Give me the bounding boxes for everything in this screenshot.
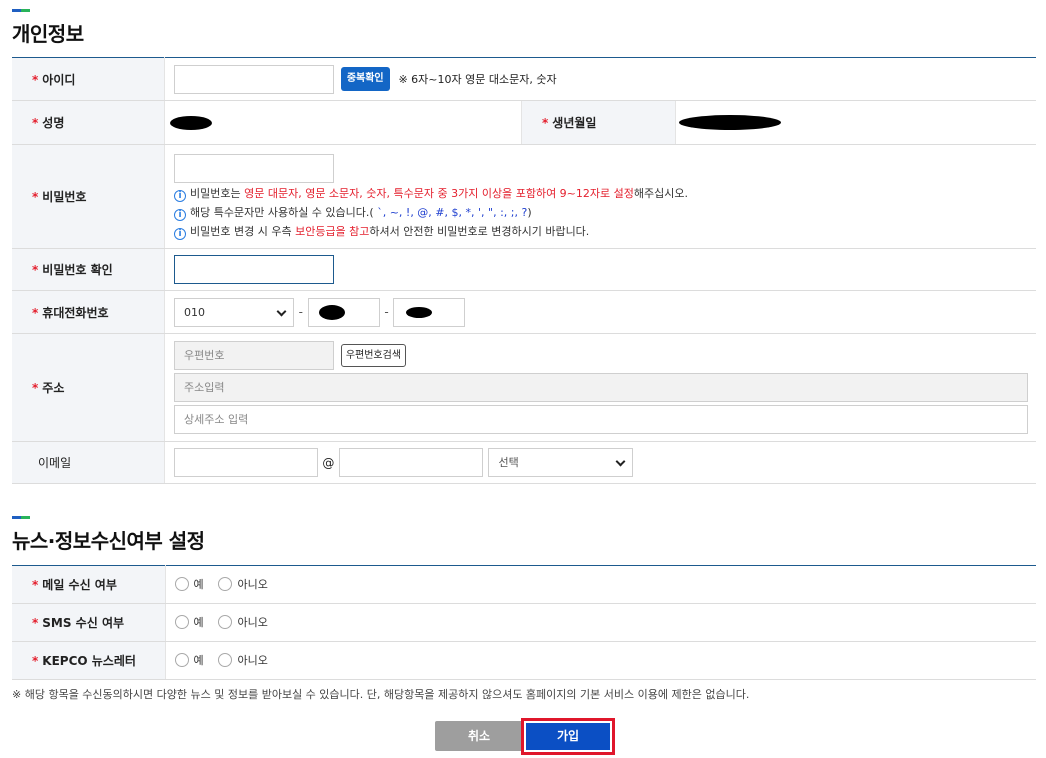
password-hint-3: i 비밀번호 변경 시 우측 보안등급을 참고하셔서 안전한 비밀번호로 변경하시… (174, 224, 1036, 240)
chevron-down-icon (616, 456, 626, 467)
personal-info-form: * 아이디 중복확인 ※ 6자~10자 영문 대소문자, 숫자 * 성명 * 생년월일… (12, 57, 1036, 484)
label-password: * 비밀번호 (12, 144, 165, 249)
id-input[interactable] (174, 64, 334, 94)
label-password-confirm: * 비밀번호 확인 (12, 248, 165, 291)
row-newsletter-consent: * KEPCO 뉴스레터 예 아니오 (12, 641, 1036, 680)
mobile-middle-redacted (318, 304, 345, 320)
row-mobile: * 휴대전화번호 010 - - (12, 290, 1036, 334)
form-actions: 취소 가입 (0, 718, 1046, 755)
name-redacted (170, 115, 212, 130)
password-input[interactable] (174, 153, 334, 183)
email-local-input[interactable] (174, 448, 318, 477)
label-address: * 주소 (12, 333, 165, 442)
zipcode-input[interactable]: 우편번호 (174, 341, 334, 370)
newsletter-consent-no-radio[interactable]: 아니오 (218, 652, 268, 668)
email-at: @ (322, 455, 335, 470)
row-name-birth: * 성명 * 생년월일 (12, 100, 1036, 145)
id-rule-note: ※ 6자~10자 영문 대소문자, 숫자 (398, 73, 557, 86)
personal-section-title: 개인정보 (12, 22, 84, 46)
address-input[interactable]: 주소입력 (174, 373, 1028, 402)
birth-redacted (679, 115, 781, 130)
label-id: * 아이디 (12, 57, 165, 101)
mobile-last-redacted (406, 306, 433, 318)
email-domain-input[interactable] (338, 448, 483, 477)
zipcode-search-button[interactable]: 우편번호검색 (340, 344, 407, 367)
mail-consent-no-radio[interactable]: 아니오 (218, 576, 268, 592)
label-sms-consent: * SMS 수신 여부 (12, 603, 166, 642)
info-icon: i (174, 227, 186, 240)
news-consent-form: * 메일 수신 여부 예 아니오 * SMS 수신 여부 예 아니오 * KEPCO … (12, 565, 1036, 680)
id-duplicate-check-button[interactable]: 중복확인 (340, 67, 390, 91)
news-section-header: 뉴스·정보수신여부 설정 (12, 516, 205, 554)
label-name: * 성명 (12, 100, 165, 145)
email-domain-select[interactable]: 선택 (488, 448, 634, 477)
row-id: * 아이디 중복확인 ※ 6자~10자 영문 대소문자, 숫자 (12, 57, 1036, 101)
section-accent-bar (12, 9, 30, 12)
news-section-title: 뉴스·정보수신여부 설정 (12, 529, 205, 553)
address-detail-input[interactable]: 상세주소 입력 (174, 405, 1028, 434)
label-mobile: * 휴대전화번호 (12, 290, 165, 334)
join-button-highlight: 가입 (521, 718, 615, 755)
row-password-confirm: * 비밀번호 확인 (12, 248, 1036, 291)
password-hint-1: i 비밀번호는 영문 대문자, 영문 소문자, 숫자, 특수문자 중 3가지 이상… (174, 186, 1036, 202)
label-newsletter-consent: * KEPCO 뉴스레터 (12, 641, 166, 680)
cancel-button[interactable]: 취소 (435, 721, 523, 751)
mail-consent-yes-radio[interactable]: 예 (174, 576, 204, 592)
info-icon: i (174, 189, 186, 202)
mobile-prefix-select[interactable]: 010 (174, 297, 294, 327)
chevron-down-icon (276, 306, 287, 316)
mobile-middle-input[interactable] (307, 297, 380, 327)
row-sms-consent: * SMS 수신 여부 예 아니오 (12, 603, 1036, 642)
label-email: 이메일 (12, 441, 165, 484)
row-mail-consent: * 메일 수신 여부 예 아니오 (12, 565, 1036, 604)
info-icon: i (174, 208, 186, 221)
label-mail-consent: * 메일 수신 여부 (12, 565, 166, 604)
mobile-last-input[interactable] (393, 297, 466, 327)
newsletter-consent-yes-radio[interactable]: 예 (174, 652, 204, 668)
password-hint-2: i 해당 특수문자만 사용하실 수 있습니다.( `, ~, !, @, #, $… (174, 205, 1036, 221)
join-button[interactable]: 가입 (526, 723, 610, 750)
label-birth: * 생년월일 (521, 100, 676, 145)
row-password: * 비밀번호 i 비밀번호는 영문 대문자, 영문 소문자, 숫자, 특수문자 중 … (12, 144, 1036, 249)
password-confirm-input[interactable] (174, 255, 334, 284)
consent-footnote: ※ 해당 항목을 수신동의하시면 다양한 뉴스 및 정보를 받아보실 수 있습니… (12, 688, 750, 701)
row-address: * 주소 우편번호 우편번호검색 주소입력 상세주소 입력 (12, 333, 1036, 442)
sms-consent-yes-radio[interactable]: 예 (174, 614, 204, 630)
row-email: 이메일 @ 선택 (12, 441, 1036, 484)
personal-section-header: 개인정보 (12, 9, 84, 47)
sms-consent-no-radio[interactable]: 아니오 (218, 614, 268, 630)
section-accent-bar (12, 516, 30, 519)
